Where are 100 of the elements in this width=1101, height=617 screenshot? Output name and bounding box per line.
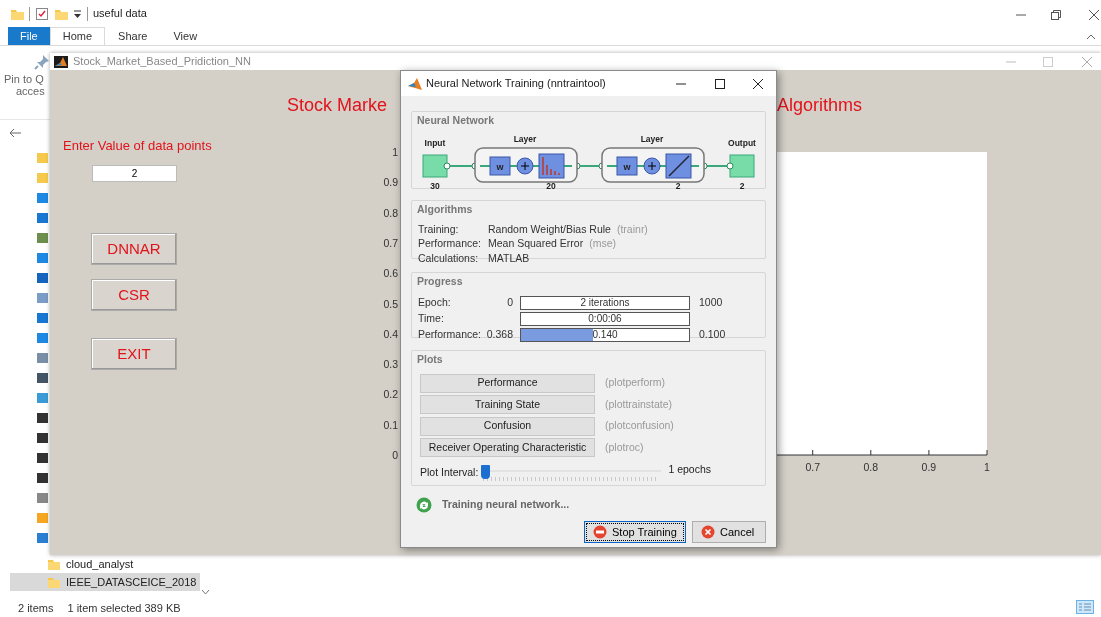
value-input[interactable]: 2	[92, 165, 177, 182]
range-end: 0.100	[699, 326, 726, 342]
restore-icon[interactable]	[1050, 9, 1062, 21]
plot-button[interactable]: Receiver Operating Characteristic	[420, 438, 595, 457]
dialog-button[interactable]: Stop Training	[584, 521, 686, 543]
progress-reading: 0.140	[592, 328, 618, 340]
folder-icon	[47, 575, 60, 589]
ribbon-label: acces	[15, 85, 45, 97]
window-title: useful data	[93, 6, 147, 22]
matlab-logo-icon	[54, 55, 68, 68]
slider-label: Plot Interval:	[420, 465, 479, 481]
diagram-label: 20	[546, 180, 556, 191]
tick-label: 0.7	[383, 236, 398, 249]
ribbon-tab[interactable]: Share	[105, 27, 161, 45]
dialog-button[interactable]: Cancel	[692, 521, 766, 543]
close-icon[interactable]	[1088, 9, 1100, 21]
diagram-label: Input	[424, 137, 446, 148]
tick-label: 0.4	[383, 327, 398, 340]
diagram-label: Layer	[513, 133, 537, 144]
slider-thumb[interactable]	[481, 465, 491, 479]
field-value: Random Weight/Bias Rule	[488, 221, 611, 236]
status-text: 2 items	[18, 601, 54, 617]
field-label: Calculations:	[418, 250, 480, 265]
stop-icon	[593, 525, 607, 539]
nav-item[interactable]: cloud_analyst	[10, 555, 200, 573]
plot-button[interactable]: Training State	[420, 395, 595, 414]
tick-label: 0.8	[863, 461, 879, 473]
tick-label: 0.9	[383, 176, 398, 189]
tick-label: 0.2	[383, 388, 398, 401]
field-value: MATLAB	[488, 250, 530, 265]
status-message: Training neural network...	[442, 497, 570, 513]
folder-icon	[47, 557, 60, 571]
nav-icon[interactable]	[36, 372, 48, 384]
field-label: Performance:	[418, 326, 482, 342]
nav-icon[interactable]	[36, 412, 48, 424]
field-label: Time:	[418, 310, 444, 326]
matlab-logo-icon	[408, 77, 422, 90]
weight-label: w	[623, 161, 631, 172]
tick-label: 0.9	[921, 461, 937, 473]
diagram-label: Output	[728, 137, 756, 148]
range-start: 0.368	[486, 326, 513, 342]
group-heading: Neural Network	[415, 113, 497, 127]
status-text: 1 item selected 389 KB	[67, 601, 181, 617]
ribbon-tab[interactable]: File	[8, 27, 50, 45]
range-end: 1000	[699, 294, 723, 310]
cancel-icon	[701, 525, 715, 539]
function-name: (plotconfusion)	[605, 418, 674, 434]
tick-label: 1	[392, 146, 398, 158]
dropdown-icon[interactable]	[73, 8, 82, 19]
collapse-ribbon-icon[interactable]	[1086, 34, 1096, 40]
plot-button[interactable]: Performance	[420, 373, 595, 393]
field-label: Training:	[418, 221, 460, 236]
nav-icon[interactable]	[36, 452, 48, 464]
diagram-label: 2	[675, 180, 681, 191]
close-icon[interactable]	[752, 78, 764, 90]
weight-label: w	[496, 161, 504, 172]
tick-label: 0.3	[383, 358, 398, 371]
progress-reading: 2 iterations	[580, 296, 630, 308]
function-name: (plotperform)	[605, 375, 666, 391]
diagram-label: Layer	[640, 133, 664, 144]
tick-label: 0.8	[383, 206, 398, 219]
tick-label: 0	[392, 449, 398, 461]
scroll-down-icon[interactable]	[201, 589, 210, 595]
group-heading: Progress	[415, 274, 465, 288]
pin-icon[interactable]	[34, 54, 50, 70]
diagram-label: 30	[430, 180, 440, 191]
ribbon-tab[interactable]: View	[160, 27, 211, 45]
function-name: (mse)	[589, 236, 616, 251]
prompt-label: Enter Value of data points	[63, 138, 212, 154]
function-name: (plotroc)	[605, 439, 644, 455]
field-label: Epoch:	[418, 294, 451, 310]
field-value: Mean Squared Error	[488, 236, 584, 251]
tick-label: 0.7	[805, 461, 820, 473]
group-heading: Plots	[415, 352, 445, 366]
nav-icon[interactable]	[36, 272, 48, 284]
back-arrow-icon[interactable]	[8, 128, 22, 138]
recycle-icon	[416, 497, 432, 513]
function-name: (plottrainstate)	[605, 396, 673, 412]
slider-reading: 1 epochs	[668, 462, 711, 477]
figure-heading: Stock Marke	[287, 93, 389, 117]
group-heading: Algorithms	[415, 202, 475, 216]
nav-item[interactable]: IEEE_DATASCEICE_2018	[10, 573, 200, 591]
function-name: (trainr)	[616, 221, 648, 236]
diagram-label: 2	[739, 180, 745, 191]
ribbon-tab[interactable]: Home	[49, 27, 106, 45]
plot-button[interactable]: Confusion	[420, 416, 595, 436]
figure-heading: Algorithms	[777, 93, 863, 117]
tick-label: 1	[984, 461, 990, 473]
tick-label: 0.5	[383, 297, 398, 310]
nav-icon[interactable]	[36, 432, 48, 444]
ribbon-label: Pin to Q	[4, 73, 44, 85]
nav-icon[interactable]	[36, 472, 48, 484]
maximize-icon[interactable]	[714, 78, 726, 90]
tick-label: 0.1	[383, 418, 398, 431]
field-label: Performance:	[418, 236, 483, 251]
properties-icon[interactable]	[35, 6, 49, 21]
range-start: 0	[507, 294, 513, 310]
window-title: Neural Network Training (nntraintool)	[426, 76, 606, 92]
tick-label: 0.6	[383, 267, 398, 280]
progress-reading: 0:00:06	[588, 312, 622, 324]
